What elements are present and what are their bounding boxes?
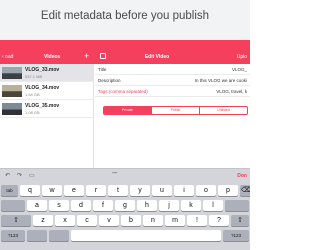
privacy-unlisted-option[interactable]: Unlisted [200,107,247,114]
video-name: VLOG_33.mov [25,67,60,73]
tags-field[interactable]: VLOG, travel, k [216,89,247,94]
key-d[interactable]: d [71,200,91,211]
shift-key-left[interactable]: ⇧ [1,215,31,226]
video-thumbnail [2,103,22,115]
key-c[interactable]: c [77,215,97,226]
description-row[interactable]: Description In this VLOG we are cooki [95,75,250,86]
keyboard-accessory-bar: ↶ ↷ ▭ """ Don [0,168,250,182]
promo-banner: Edit metadata before you publish [0,0,250,44]
nav-bar: ‹ oad Videos + Edit Video Uplo [0,50,250,64]
key-x[interactable]: x [55,215,75,226]
key-q[interactable]: q [20,185,40,196]
onscreen-keyboard: tab q w e r t y u i o p ⌫ a s d f g h j … [0,182,250,250]
key-m[interactable]: m [165,215,185,226]
numbers-key[interactable]: ?123 [1,230,25,241]
title-label: Title [98,67,107,72]
key-z[interactable]: z [33,215,53,226]
space-key[interactable] [71,230,221,241]
key-exclamation[interactable]: ! [187,215,207,226]
add-video-button[interactable]: + [84,51,89,61]
video-size: 1.84 GB [25,92,40,97]
upload-button[interactable]: Uplo [237,54,247,60]
tags-row[interactable]: Tags (comma separated) VLOG, travel, k [95,86,250,97]
globe-key[interactable] [27,230,47,241]
key-b[interactable]: b [121,215,141,226]
done-button[interactable]: Don [237,173,247,179]
caps-lock-key[interactable] [1,200,25,211]
key-g[interactable]: g [115,200,135,211]
key-k[interactable]: k [181,200,201,211]
sidebar-toggle-icon[interactable] [100,53,106,59]
video-thumbnail [2,85,22,97]
videos-title: Videos [44,54,61,60]
tab-key[interactable]: tab [1,185,18,196]
edit-video-form: Title VLOG_ Description In this VLOG we … [95,64,250,168]
status-bar [0,40,250,50]
key-a[interactable]: a [27,200,47,211]
paste-icon[interactable]: ▭ [29,172,35,179]
key-s[interactable]: s [49,200,69,211]
tags-label: Tags (comma separated) [98,89,148,94]
privacy-segmented-control: Private Public Unlisted [103,106,248,115]
key-l[interactable]: l [203,200,223,211]
dictation-key[interactable] [49,230,69,241]
video-size: 1.08 GB [25,110,40,115]
key-h[interactable]: h [137,200,157,211]
key-n[interactable]: n [143,215,163,226]
video-list: VLOG_33.mov 537.1 MB VLOG_34.mov 1.84 GB… [0,64,94,168]
video-name: VLOG_35.mov [25,103,60,109]
video-item-vlog-34[interactable]: VLOG_34.mov 1.84 GB [0,82,94,100]
privacy-private-option[interactable]: Private [104,107,152,114]
key-i[interactable]: i [174,185,194,196]
key-y[interactable]: y [130,185,150,196]
backspace-key[interactable]: ⌫ [240,185,250,196]
video-item-vlog-35[interactable]: VLOG_35.mov 1.08 GB [0,100,94,118]
undo-icon[interactable]: ↶ [5,172,10,179]
key-v[interactable]: v [99,215,119,226]
tablet-screen: ‹ oad Videos + Edit Video Uplo VLOG_33.m… [0,40,250,250]
back-button[interactable]: ‹ oad [2,54,13,60]
description-label: Description [98,78,121,83]
privacy-public-option[interactable]: Public [152,107,200,114]
key-t[interactable]: t [108,185,128,196]
video-item-vlog-33[interactable]: VLOG_33.mov 537.1 MB [0,64,94,82]
key-u[interactable]: u [152,185,172,196]
numbers-key-right[interactable]: ?123 [223,230,249,241]
key-e[interactable]: e [64,185,84,196]
return-key[interactable] [225,200,249,211]
quote-suggestion[interactable]: """ [112,172,117,178]
shift-key-right[interactable]: ⇧ [231,215,249,226]
video-name: VLOG_34.mov [25,85,60,91]
key-p[interactable]: p [218,185,238,196]
key-question[interactable]: ? [209,215,229,226]
redo-icon[interactable]: ↷ [17,172,22,179]
title-field[interactable]: VLOG_ [232,67,247,72]
edit-video-title: Edit Video [144,54,170,60]
banner-title: Edit metadata before you publish [40,10,210,22]
key-w[interactable]: w [42,185,62,196]
video-size: 537.1 MB [25,74,43,79]
key-j[interactable]: j [159,200,179,211]
description-field[interactable]: In this VLOG we are cooki [195,78,247,83]
title-row[interactable]: Title VLOG_ [95,64,250,75]
video-thumbnail [2,67,22,79]
key-o[interactable]: o [196,185,216,196]
key-f[interactable]: f [93,200,113,211]
key-r[interactable]: r [86,185,106,196]
